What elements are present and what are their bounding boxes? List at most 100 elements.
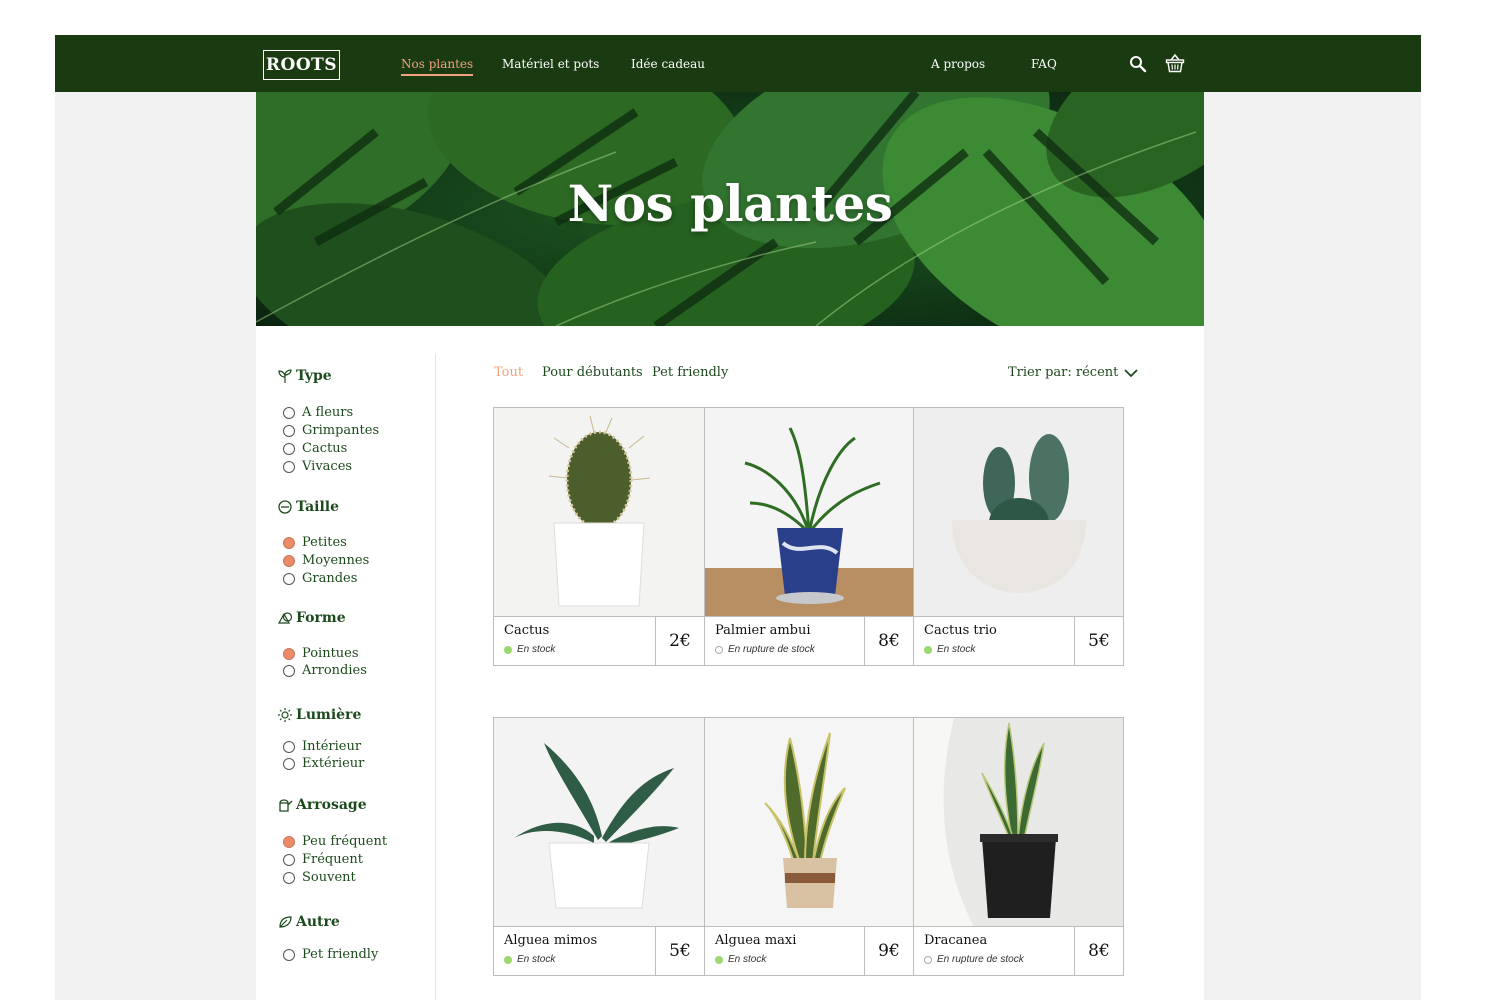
top-navbar: ROOTS Nos plantes Matériel et pots Idée … — [55, 35, 1421, 92]
radio-button[interactable] — [283, 664, 295, 677]
filter-option-souvent[interactable]: Souvent — [283, 870, 356, 885]
radio-button[interactable] — [283, 460, 295, 473]
product-price: 2€ — [655, 617, 704, 665]
radio-button[interactable] — [283, 554, 295, 567]
chevron-down-icon — [1124, 368, 1139, 377]
filter-option-pointues[interactable]: Pointues — [283, 646, 359, 661]
filter-option-grandes[interactable]: Grandes — [283, 571, 357, 586]
filter-option-arrondies[interactable]: Arrondies — [283, 663, 367, 678]
product-info: Alguea mimos En stock 5€ — [494, 927, 704, 975]
option-label: Extérieur — [302, 756, 365, 771]
filter-option-a-fleurs[interactable]: A fleurs — [283, 405, 353, 420]
product-photo — [914, 408, 1123, 617]
radio-button[interactable] — [283, 740, 295, 753]
page-title: Nos plantes — [567, 174, 893, 233]
radio-button[interactable] — [283, 647, 295, 660]
in-stock-dot — [504, 645, 512, 654]
shapes-icon — [277, 612, 293, 624]
nav-nos-plantes[interactable]: Nos plantes — [401, 57, 474, 76]
nav-materiel-et-pots[interactable]: Matériel et pots — [502, 57, 599, 71]
stock-label: En rupture de stock — [728, 644, 815, 655]
basket-icon[interactable] — [1165, 53, 1185, 73]
radio-button[interactable] — [283, 948, 295, 961]
filters-sidebar: Type A fleurs Grimpantes Cactus Vivaces … — [256, 354, 436, 1000]
filter-option-pet-friendly[interactable]: Pet friendly — [283, 947, 378, 962]
filter-option-moyennes[interactable]: Moyennes — [283, 553, 369, 568]
filter-option-peu-frequent[interactable]: Peu fréquent — [283, 834, 387, 849]
filter-option-interieur[interactable]: Intérieur — [283, 739, 361, 754]
radio-button[interactable] — [283, 853, 295, 866]
filter-title: Forme — [296, 610, 346, 626]
roots-logo[interactable]: ROOTS — [263, 50, 340, 80]
product-name: Dracanea — [924, 933, 988, 948]
filter-title: Taille — [296, 499, 340, 515]
product-card-palmier-ambui[interactable]: Palmier ambui En rupture de stock 8€ — [704, 408, 913, 665]
product-info: Cactus En stock 2€ — [494, 617, 704, 665]
option-label: Intérieur — [302, 739, 362, 754]
option-label: Pointues — [302, 646, 359, 661]
product-grid-row: Cactus En stock 2€ Palmier ambui En rupt… — [493, 407, 1124, 666]
product-card-alguea-mimos[interactable]: Alguea mimos En stock 5€ — [494, 718, 704, 975]
option-label: Fréquent — [302, 852, 363, 867]
size-circle-icon — [278, 500, 292, 514]
option-label: A fleurs — [302, 405, 354, 420]
filter-option-petites[interactable]: Petites — [283, 535, 347, 550]
product-price: 5€ — [655, 927, 704, 975]
sort-label: Trier par: récent — [1008, 365, 1119, 380]
radio-button[interactable] — [283, 406, 295, 419]
product-card-dracanea[interactable]: Dracanea En rupture de stock 8€ — [913, 718, 1123, 975]
product-photo — [705, 408, 913, 617]
stock-label: En stock — [517, 954, 556, 965]
product-price: 5€ — [1074, 617, 1123, 665]
product-info: Cactus trio En stock 5€ — [914, 617, 1123, 665]
radio-button[interactable] — [283, 871, 295, 884]
product-card-alguea-maxi[interactable]: Alguea maxi En stock 9€ — [704, 718, 913, 975]
radio-button[interactable] — [283, 536, 295, 549]
stock-status: En stock — [504, 644, 555, 655]
filter-title: Autre — [296, 914, 340, 930]
filter-heading-lumiere: Lumière — [277, 707, 361, 723]
radio-button[interactable] — [283, 424, 295, 437]
nav-a-propos[interactable]: A propos — [931, 57, 985, 71]
filter-option-cactus[interactable]: Cactus — [283, 441, 347, 456]
filter-option-frequent[interactable]: Fréquent — [283, 852, 363, 867]
stock-status: En stock — [715, 954, 766, 965]
nav-idee-cadeau[interactable]: Idée cadeau — [631, 57, 705, 71]
product-info: Alguea maxi En stock 9€ — [705, 927, 913, 975]
tab-pet-friendly[interactable]: Pet friendly — [652, 365, 728, 380]
filter-title: Lumière — [296, 707, 362, 723]
product-card-cactus-trio[interactable]: Cactus trio En stock 5€ — [913, 408, 1123, 665]
in-stock-dot — [504, 955, 512, 964]
out-of-stock-dot — [715, 645, 723, 654]
filter-option-vivaces[interactable]: Vivaces — [283, 459, 352, 474]
in-stock-dot — [715, 955, 723, 964]
product-info: Dracanea En rupture de stock 8€ — [914, 927, 1123, 975]
product-name: Cactus — [504, 623, 550, 638]
product-price: 9€ — [864, 927, 913, 975]
product-price: 8€ — [864, 617, 913, 665]
option-label: Moyennes — [302, 553, 370, 568]
stock-status: En rupture de stock — [924, 954, 1024, 965]
sort-dropdown[interactable]: Trier par: récent — [1008, 365, 1139, 380]
product-name: Alguea maxi — [715, 933, 797, 948]
tab-pour-debutants[interactable]: Pour débutants — [542, 365, 643, 380]
radio-button[interactable] — [283, 572, 295, 585]
stock-label: En stock — [728, 954, 767, 965]
in-stock-dot — [924, 645, 932, 654]
nav-faq[interactable]: FAQ — [1031, 57, 1057, 71]
option-label: Peu fréquent — [302, 834, 388, 849]
stock-label: En rupture de stock — [937, 954, 1024, 965]
stock-label: En stock — [517, 644, 556, 655]
radio-button[interactable] — [283, 835, 295, 848]
product-card-cactus[interactable]: Cactus En stock 2€ — [494, 408, 704, 665]
stock-status: En rupture de stock — [715, 644, 815, 655]
filter-option-exterieur[interactable]: Extérieur — [283, 756, 364, 771]
tab-tout[interactable]: Tout — [494, 365, 523, 380]
option-label: Souvent — [302, 870, 356, 885]
radio-button[interactable] — [283, 757, 295, 770]
search-icon[interactable] — [1129, 55, 1147, 73]
radio-button[interactable] — [283, 442, 295, 455]
filter-option-grimpantes[interactable]: Grimpantes — [283, 423, 379, 438]
product-info: Palmier ambui En rupture de stock 8€ — [705, 617, 913, 665]
product-grid-row: Alguea mimos En stock 5€ Alguea maxi En … — [493, 717, 1124, 976]
